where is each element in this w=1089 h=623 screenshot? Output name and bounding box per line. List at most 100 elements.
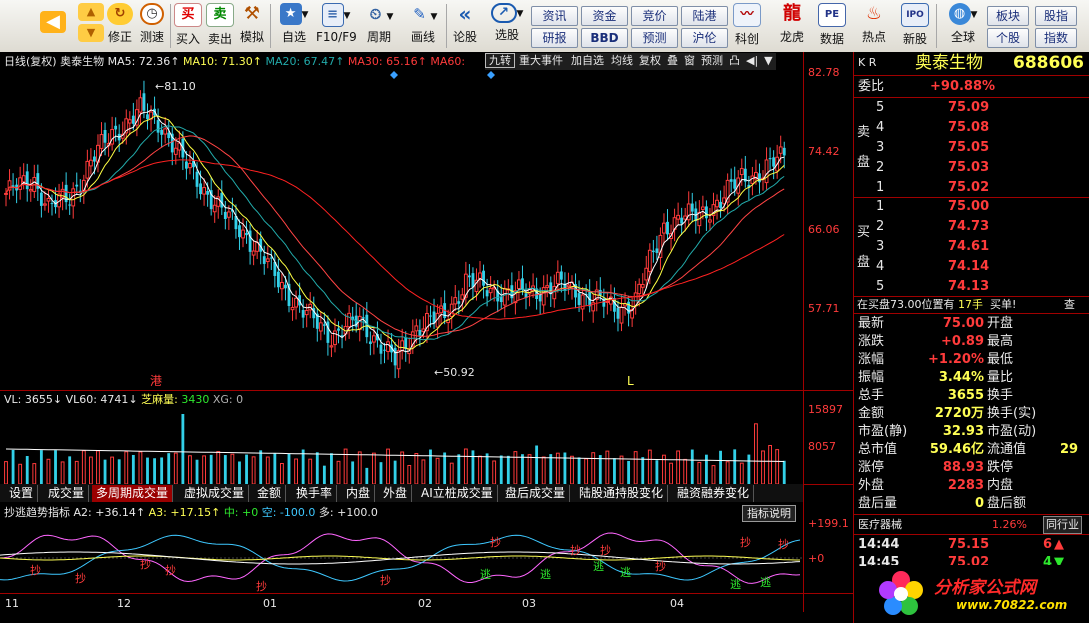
ma-button[interactable]: 均线 — [608, 54, 636, 67]
sell-level: 2 — [876, 160, 885, 175]
quick-hk-button[interactable]: 陆港 — [681, 6, 728, 26]
buy-price[interactable]: 75.00 — [948, 199, 989, 215]
quick-auction-button[interactable]: 竞价 — [631, 6, 678, 26]
volume-bar — [443, 452, 447, 484]
tab-6[interactable]: 内盘 — [342, 485, 376, 502]
dropdown-arrow-icon[interactable]: ▼ — [344, 11, 351, 21]
tab-9[interactable]: 盘后成交量 — [501, 485, 571, 502]
buy-price[interactable]: 74.13 — [948, 279, 989, 295]
sell-price[interactable]: 75.05 — [948, 140, 989, 156]
stat-label-right: 量比 — [987, 370, 1014, 385]
toolbar-watchlist-button[interactable]: ★ ▼ 自选 — [274, 3, 314, 49]
forecast-button[interactable]: 预测 — [698, 54, 726, 67]
dropdown-arrow-icon[interactable]: ▼ — [517, 9, 524, 19]
quick-index2-button[interactable]: 指数 — [1035, 28, 1077, 48]
quick-forecast-button[interactable]: 预测 — [631, 28, 678, 48]
sell-price[interactable]: 75.09 — [948, 100, 989, 116]
toolbar-global-button[interactable]: ◍ ▼ 全球 — [942, 3, 984, 49]
quick-news-button[interactable]: 资讯 — [531, 6, 578, 26]
major-event-button[interactable]: 重大事件 — [515, 54, 567, 67]
toolbar-label: 论股 — [452, 30, 477, 44]
inbuy-more-link[interactable]: 查 — [1064, 297, 1075, 313]
dropdown-arrow-icon[interactable]: ▼ — [431, 12, 438, 22]
tab-3[interactable]: 虚拟成交量 — [180, 485, 250, 502]
toolbar-hot-button[interactable]: ♨ 热点 — [857, 3, 891, 49]
buy-signal-label: 抄 — [490, 535, 501, 549]
dropdown-arrow-icon[interactable]: ▼ — [761, 54, 775, 67]
sell-price[interactable]: 75.02 — [948, 180, 989, 196]
toolbar-ipo-button[interactable]: IPO 新股 — [898, 3, 932, 49]
tab-10[interactable]: 陆股通持股变化 — [575, 485, 669, 502]
toolbar-draw-button[interactable]: ✎ ▼ 画线 — [403, 3, 443, 49]
quick-stock-button[interactable]: 个股 — [987, 28, 1029, 48]
add-watch-button[interactable]: 加自选 — [567, 54, 608, 67]
tab-5[interactable]: 换手率 — [292, 485, 338, 502]
toolbar-period-button[interactable]: ⏲ ▼ 周期 — [359, 3, 399, 49]
dropdown-arrow-icon[interactable]: ▼ — [387, 12, 394, 22]
dropdown-arrow-icon[interactable]: ▼ — [971, 10, 978, 20]
quick-index-button[interactable]: 股指 — [1035, 6, 1077, 26]
tab-4[interactable]: 金额 — [253, 485, 287, 502]
event-marker-icon[interactable] — [487, 71, 495, 79]
event-marker-icon[interactable] — [390, 71, 398, 79]
quick-report-button[interactable]: 研报 — [531, 28, 578, 48]
sell-price[interactable]: 75.08 — [948, 120, 989, 136]
volume-chart[interactable] — [0, 406, 803, 484]
volume-bar — [153, 458, 156, 484]
volume-bar — [690, 449, 694, 484]
toolbar-label: 模拟 — [239, 30, 264, 44]
overlay-button[interactable]: 叠 — [664, 54, 681, 67]
toolbar-dragon-button[interactable]: 龍 龙虎 — [775, 3, 809, 49]
toolbar-pick-button[interactable]: ↗ ▼ 选股 — [487, 3, 527, 49]
jiuzhuan-button[interactable]: 九转 — [485, 53, 515, 68]
pin-icon[interactable]: 凸 — [726, 54, 743, 67]
candle-body — [733, 179, 737, 189]
quick-sector-button[interactable]: 板块 — [987, 6, 1029, 26]
toolbar-speed-button[interactable]: ◷ 测速 — [137, 3, 167, 49]
indicator-tick: +0 — [808, 552, 825, 565]
tab-0[interactable]: 设置 — [5, 485, 39, 502]
volume-bar — [633, 451, 638, 484]
buy-price[interactable]: 74.14 — [948, 259, 989, 275]
volume-bar — [330, 453, 333, 484]
stat-label-right: 盘后额 — [987, 496, 1027, 511]
sell-price[interactable]: 75.03 — [948, 160, 989, 176]
quick-fund-button[interactable]: 资金 — [581, 6, 628, 26]
adjust-button[interactable]: 复权 — [636, 54, 664, 67]
toolbar-buy-button[interactable]: 买 买入 — [173, 3, 203, 49]
toolbar-sell-button[interactable]: 卖 卖出 — [205, 3, 235, 49]
toolbar-label: 自选 — [281, 30, 306, 44]
quote-icon: « — [458, 2, 472, 26]
toolbar-star-button[interactable]: 〰 科创 — [730, 3, 764, 49]
back-button[interactable]: ◀ — [38, 3, 68, 49]
up-arrow-icon[interactable]: ▲ — [78, 3, 104, 21]
dropdown-arrow-icon[interactable]: ▼ — [302, 10, 309, 20]
a3-label: A3: +17.15 — [148, 506, 212, 519]
tab-7[interactable]: 外盘 — [379, 485, 413, 502]
window-button[interactable]: 窗 — [681, 54, 698, 67]
nav-end-icon[interactable]: ◀| — [743, 54, 761, 67]
toolbar-sim-button[interactable]: ⚒ 模拟 — [237, 3, 267, 49]
toolbar-fix-button[interactable]: ↻ 修正 — [106, 3, 134, 49]
volume-bar — [11, 449, 15, 484]
toolbar-f10-button[interactable]: ≡ ▼ F10/F9 — [316, 3, 357, 49]
down-arrow-icon[interactable]: ▼ — [78, 24, 104, 42]
toolbar-data-button[interactable]: PE 数据 — [815, 3, 849, 49]
quick-bbd-button[interactable]: BBD — [581, 28, 628, 48]
updown-buttons[interactable]: ▲ ▼ — [78, 3, 104, 49]
indicator-chart[interactable]: 抄抄抄 抄抄 抄抄抄 抄抄抄 抄逃 逃逃 逃逃逃 — [0, 520, 803, 592]
candlestick-chart[interactable] — [0, 70, 803, 390]
tab-2[interactable]: 多周期成交量 — [92, 485, 174, 502]
toolbar-forum-button[interactable]: « 论股 — [450, 3, 480, 49]
buy-price[interactable]: 74.73 — [948, 219, 989, 235]
tab-8[interactable]: AI立桩成交量 — [417, 485, 498, 502]
industry-tab[interactable]: 同行业 — [1043, 516, 1082, 534]
volume-bar — [81, 450, 86, 484]
tab-1[interactable]: 成交量 — [44, 485, 90, 502]
tab-11[interactable]: 融资融券变化 — [673, 485, 755, 502]
stat-label-right: 换手(实) — [987, 406, 1037, 421]
buy-price[interactable]: 74.61 — [948, 239, 989, 255]
stat-label: 振幅 — [858, 370, 885, 385]
quick-shlon-button[interactable]: 沪伦 — [681, 28, 728, 48]
vl-label: VL: 3655 — [4, 393, 53, 406]
